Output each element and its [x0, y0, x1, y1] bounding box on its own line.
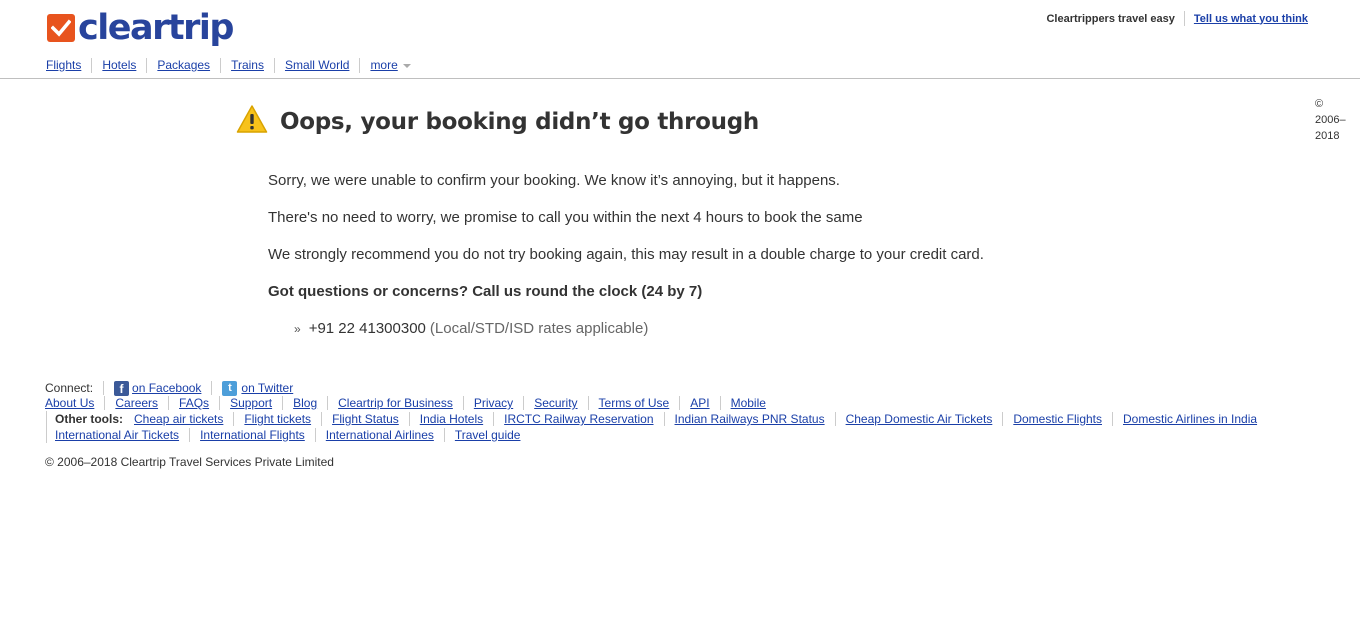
footer-divider [462, 396, 464, 410]
footer-divider [233, 412, 235, 426]
main-nav: Flights Hotels Packages Trains Small Wor… [46, 58, 421, 73]
bullet-icon: » [294, 321, 301, 336]
tool-link-intl-airlines[interactable]: International Airlines [326, 428, 434, 442]
phone-number: +91 22 41300300 [308, 320, 426, 337]
tool-link-india-hotels[interactable]: India Hotels [420, 412, 483, 426]
warning-icon [236, 104, 268, 139]
header-utility: Cleartrippers travel easy Tell us what y… [1046, 11, 1308, 26]
phone-rates-note: (Local/STD/ISD rates applicable) [429, 320, 649, 337]
support-phone: » +91 22 41300300 (Local/STD/ISD rates a… [294, 320, 984, 337]
tool-link-flight-tickets[interactable]: Flight tickets [244, 412, 311, 426]
connect-label: Connect: [45, 381, 94, 395]
footer-divider [679, 396, 681, 410]
footer-link-business[interactable]: Cleartrip for Business [338, 396, 453, 410]
nav-more-label: more [370, 58, 398, 72]
twitter-icon[interactable]: t [222, 380, 238, 396]
tool-link-cheap-air-tickets[interactable]: Cheap air tickets [134, 412, 223, 426]
nav-trains[interactable]: Trains [220, 58, 274, 73]
other-tools-label: Other tools: [55, 412, 123, 426]
header-divider-line [0, 78, 1360, 79]
footer-divider [219, 396, 221, 410]
side-copyright-symbol: © [1315, 98, 1324, 110]
tool-link-pnr-status[interactable]: Indian Railways PNR Status [675, 412, 825, 426]
footer-link-security[interactable]: Security [534, 396, 577, 410]
footer-divider [189, 428, 191, 442]
footer-divider [104, 396, 106, 410]
tool-link-domestic-flights[interactable]: Domestic Flights [1013, 412, 1102, 426]
footer-divider [321, 412, 323, 426]
tagline: Cleartrippers travel easy [1046, 12, 1175, 25]
nav-packages[interactable]: Packages [146, 58, 220, 73]
tool-link-flight-status[interactable]: Flight Status [332, 412, 399, 426]
cleartrip-logo[interactable]: cleartrip [47, 8, 234, 48]
tool-link-irctc[interactable]: IRCTC Railway Reservation [504, 412, 653, 426]
footer-link-mobile[interactable]: Mobile [731, 396, 766, 410]
footer-copyright: © 2006–2018 Cleartrip Travel Services Pr… [45, 455, 334, 469]
footer-divider [443, 428, 445, 442]
header-divider [1183, 11, 1185, 26]
footer-link-blog[interactable]: Blog [293, 396, 317, 410]
footer-divider [719, 396, 721, 410]
tool-link-domestic-airlines[interactable]: Domestic Airlines in India [1123, 412, 1257, 426]
footer-divider [834, 412, 836, 426]
message-callback: There's no need to worry, we promise to … [268, 209, 863, 226]
footer: Connect: f on Facebook t on Twitter Abou… [45, 379, 1257, 469]
facebook-link[interactable]: on Facebook [132, 381, 201, 395]
page-title: Oops, your booking didn’t go through [280, 108, 759, 135]
tool-link-intl-flights[interactable]: International Flights [200, 428, 305, 442]
caret-down-icon [402, 63, 411, 68]
checkmark-logo-icon [47, 14, 75, 42]
tool-link-cheap-domestic[interactable]: Cheap Domestic Air Tickets [846, 412, 993, 426]
footer-link-about[interactable]: About Us [45, 396, 94, 410]
footer-divider [282, 396, 284, 410]
footer-divider [168, 396, 170, 410]
nav-hotels[interactable]: Hotels [91, 58, 146, 73]
footer-other-tools: Other tools: Cheap air tickets Flight ti… [46, 411, 1257, 443]
nav-more[interactable]: more [359, 58, 420, 73]
footer-divider [103, 381, 105, 395]
message-questions: Got questions or concerns? Call us round… [268, 283, 703, 300]
footer-divider [663, 412, 665, 426]
footer-divider [1002, 412, 1004, 426]
footer-link-api[interactable]: API [690, 396, 709, 410]
footer-divider [587, 396, 589, 410]
side-copyright-years-end: 2018 [1315, 130, 1340, 142]
footer-links: About Us Careers FAQs Support Blog Clear… [45, 395, 1257, 411]
nav-flights[interactable]: Flights [46, 58, 91, 73]
other-tools-row: International Air Tickets International … [55, 427, 1257, 443]
footer-link-careers[interactable]: Careers [115, 396, 158, 410]
footer-link-privacy[interactable]: Privacy [474, 396, 513, 410]
error-message: Sorry, we were unable to confirm your bo… [268, 172, 984, 337]
feedback-link[interactable]: Tell us what you think [1194, 13, 1308, 25]
message-recommendation: We strongly recommend you do not try boo… [268, 246, 984, 263]
message-unable-confirm: Sorry, we were unable to confirm your bo… [268, 172, 840, 189]
footer-divider [493, 412, 495, 426]
facebook-icon[interactable]: f [114, 380, 130, 396]
error-heading-row: Oops, your booking didn’t go through [236, 104, 759, 139]
tool-link-travel-guide[interactable]: Travel guide [455, 428, 521, 442]
side-copyright: © 2006– 2018 [1315, 96, 1355, 144]
footer-link-support[interactable]: Support [230, 396, 272, 410]
footer-divider [327, 396, 329, 410]
footer-link-faqs[interactable]: FAQs [179, 396, 209, 410]
other-tools-row: Other tools: Cheap air tickets Flight ti… [55, 411, 1257, 427]
tool-link-intl-air-tickets[interactable]: International Air Tickets [55, 428, 179, 442]
footer-divider [523, 396, 525, 410]
footer-divider [314, 428, 316, 442]
footer-divider [408, 412, 410, 426]
footer-divider [211, 381, 213, 395]
side-copyright-years-start: 2006– [1315, 114, 1346, 126]
footer-divider [1112, 412, 1113, 426]
footer-link-terms[interactable]: Terms of Use [599, 396, 670, 410]
logo-text: cleartrip [78, 8, 234, 48]
twitter-link[interactable]: on Twitter [241, 381, 293, 395]
nav-small-world[interactable]: Small World [273, 58, 359, 73]
